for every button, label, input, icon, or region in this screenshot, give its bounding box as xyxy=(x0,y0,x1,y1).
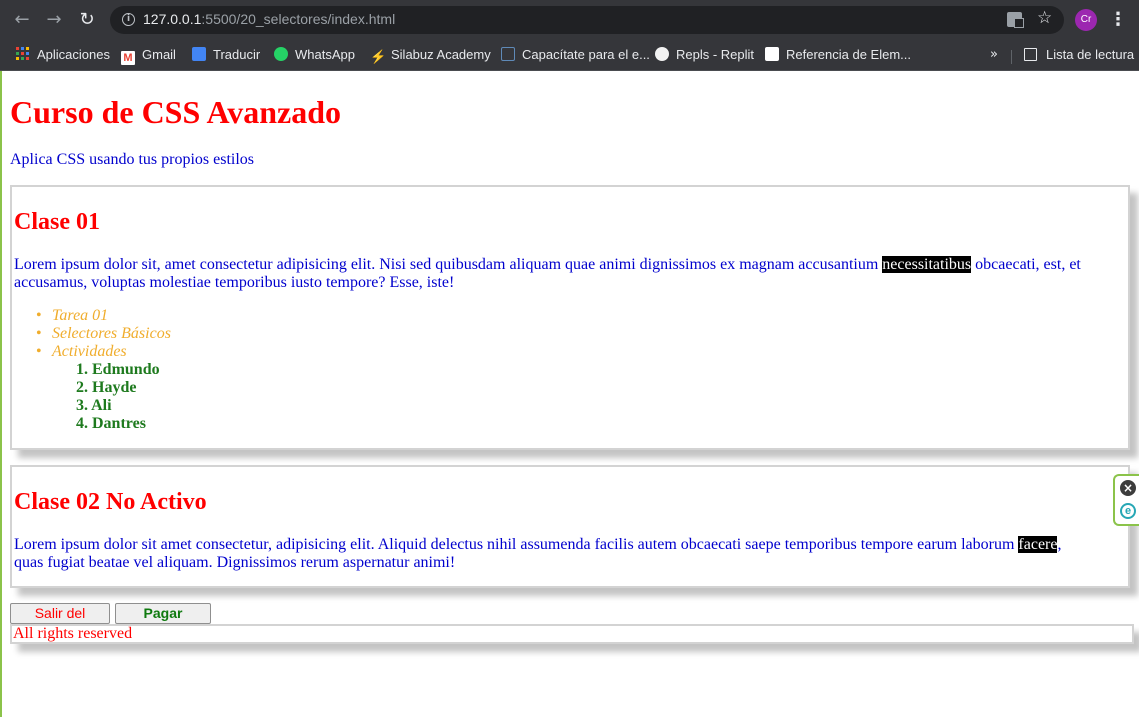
class-02-card: Clase 02 No Activo Lorem ipsum dolor sit… xyxy=(10,465,1130,588)
highlighted-word: facere xyxy=(1018,536,1058,553)
bookmark-label: Repls - Replit xyxy=(676,47,755,62)
footer: All rights reserved xyxy=(10,624,1134,644)
bookmark-label: Capacítate para el e... xyxy=(522,47,650,62)
bookmark-label: Referencia de Elem... xyxy=(786,47,912,62)
bookmark-whatsapp[interactable]: WhatsApp xyxy=(274,45,355,65)
bookmark-capacitate[interactable]: Capacítate para el e... xyxy=(501,45,650,65)
task-list: Tarea 01 Selectores Básicos Actividades xyxy=(36,307,171,361)
edit-page-icon xyxy=(501,47,515,61)
mdn-icon xyxy=(765,47,779,61)
page-title: Curso de CSS Avanzado xyxy=(10,94,342,130)
edge-extension-icon[interactable]: e xyxy=(1120,503,1136,519)
bookmark-label: WhatsApp xyxy=(295,47,355,62)
browser-chrome: ← → ↻ i 127.0.0.1:5500/20_selectores/ind… xyxy=(0,0,1139,71)
class-01-paragraph: Lorem ipsum dolor sit, amet consectetur … xyxy=(14,256,1094,292)
url-host: 127.0.0.1 xyxy=(143,11,202,27)
class-01-heading: Clase 01 xyxy=(14,209,100,235)
class-02-paragraph: Lorem ipsum dolor sit amet consectetur, … xyxy=(14,536,1094,572)
bookmark-label: Silabuz Academy xyxy=(391,47,491,62)
bookmark-gmail[interactable]: Gmail xyxy=(121,45,176,65)
bookmark-referencia[interactable]: Referencia de Elem... xyxy=(765,45,911,65)
url-text[interactable]: 127.0.0.1:5500/20_selectores/index.html xyxy=(143,11,395,27)
highlighted-word: necessitatibus xyxy=(882,256,972,273)
bookmark-silabuz[interactable]: ⚡ Silabuz Academy xyxy=(370,45,491,65)
silabuz-icon: ⚡ xyxy=(370,49,387,64)
browser-menu-icon[interactable]: ⋮ xyxy=(1108,8,1128,32)
back-arrow-icon[interactable]: ← xyxy=(10,8,34,32)
bookmark-replit[interactable]: Repls - Replit xyxy=(655,45,754,65)
list-item: 4. Dantres xyxy=(76,415,146,432)
url-path: :5500/20_selectores/index.html xyxy=(201,11,396,27)
class-02-heading: Clase 02 No Activo xyxy=(14,489,207,515)
reading-list-icon xyxy=(1024,48,1037,61)
more-bookmarks-icon[interactable]: » xyxy=(990,45,998,65)
footer-text: All rights reserved xyxy=(13,625,133,642)
exit-course-button[interactable]: Salir del curso xyxy=(10,603,110,640)
people-list: 1. Edmundo 2. Hayde 3. Ali 4. Dantres xyxy=(76,361,160,433)
close-icon[interactable]: × xyxy=(1120,480,1136,496)
page-viewport: Curso de CSS Avanzado Aplica CSS usando … xyxy=(0,71,1139,717)
gmail-icon xyxy=(121,51,135,65)
translate-icon xyxy=(192,47,206,61)
list-item: Actividades xyxy=(36,343,171,361)
list-item: 1. Edmundo xyxy=(76,361,160,378)
bookmark-label: Aplicaciones xyxy=(37,47,110,62)
reload-icon[interactable]: ↻ xyxy=(75,8,99,32)
reading-list-label: Lista de lectura xyxy=(1046,47,1135,62)
bookmark-label: Gmail xyxy=(142,47,176,62)
reading-list-button[interactable]: Lista de lectura xyxy=(1024,45,1134,65)
extension-widget: × e xyxy=(1113,474,1139,526)
page-subtitle: Aplica CSS usando tus propios estilos xyxy=(10,151,255,168)
list-item: 2. Hayde xyxy=(76,379,137,396)
pay-course-button[interactable]: Pagar Curso xyxy=(115,603,211,640)
list-item: Tarea 01 xyxy=(36,307,171,325)
apps-grid-icon xyxy=(16,47,30,61)
address-bar[interactable]: i 127.0.0.1:5500/20_selectores/index.htm… xyxy=(110,6,1064,34)
class-01-card: Clase 01 Lorem ipsum dolor sit, amet con… xyxy=(10,185,1130,450)
list-item: Selectores Básicos xyxy=(36,325,171,343)
translate-page-icon[interactable] xyxy=(1007,12,1024,28)
bookmarks-bar: Aplicaciones Gmail Traducir WhatsApp ⚡ Si… xyxy=(0,40,1139,71)
bookmark-label: Traducir xyxy=(213,47,261,62)
replit-icon xyxy=(655,47,669,61)
paragraph-text: Lorem ipsum dolor sit, amet consectetur … xyxy=(14,256,883,273)
paragraph-text: Lorem ipsum dolor sit amet consectetur, … xyxy=(14,536,1019,553)
forward-arrow-icon[interactable]: → xyxy=(42,8,66,32)
list-item: 3. Ali xyxy=(76,397,112,414)
bookmark-traducir[interactable]: Traducir xyxy=(192,45,260,65)
site-info-icon[interactable]: i xyxy=(122,13,135,26)
bookmarks-divider xyxy=(1011,50,1012,64)
whatsapp-icon xyxy=(274,47,288,61)
bookmark-aplicaciones[interactable]: Aplicaciones xyxy=(16,45,110,65)
bookmark-star-icon[interactable]: ☆ xyxy=(1037,8,1052,28)
address-bar-row: ← → ↻ i 127.0.0.1:5500/20_selectores/ind… xyxy=(0,0,1139,40)
profile-avatar[interactable]: Cr xyxy=(1075,9,1097,31)
